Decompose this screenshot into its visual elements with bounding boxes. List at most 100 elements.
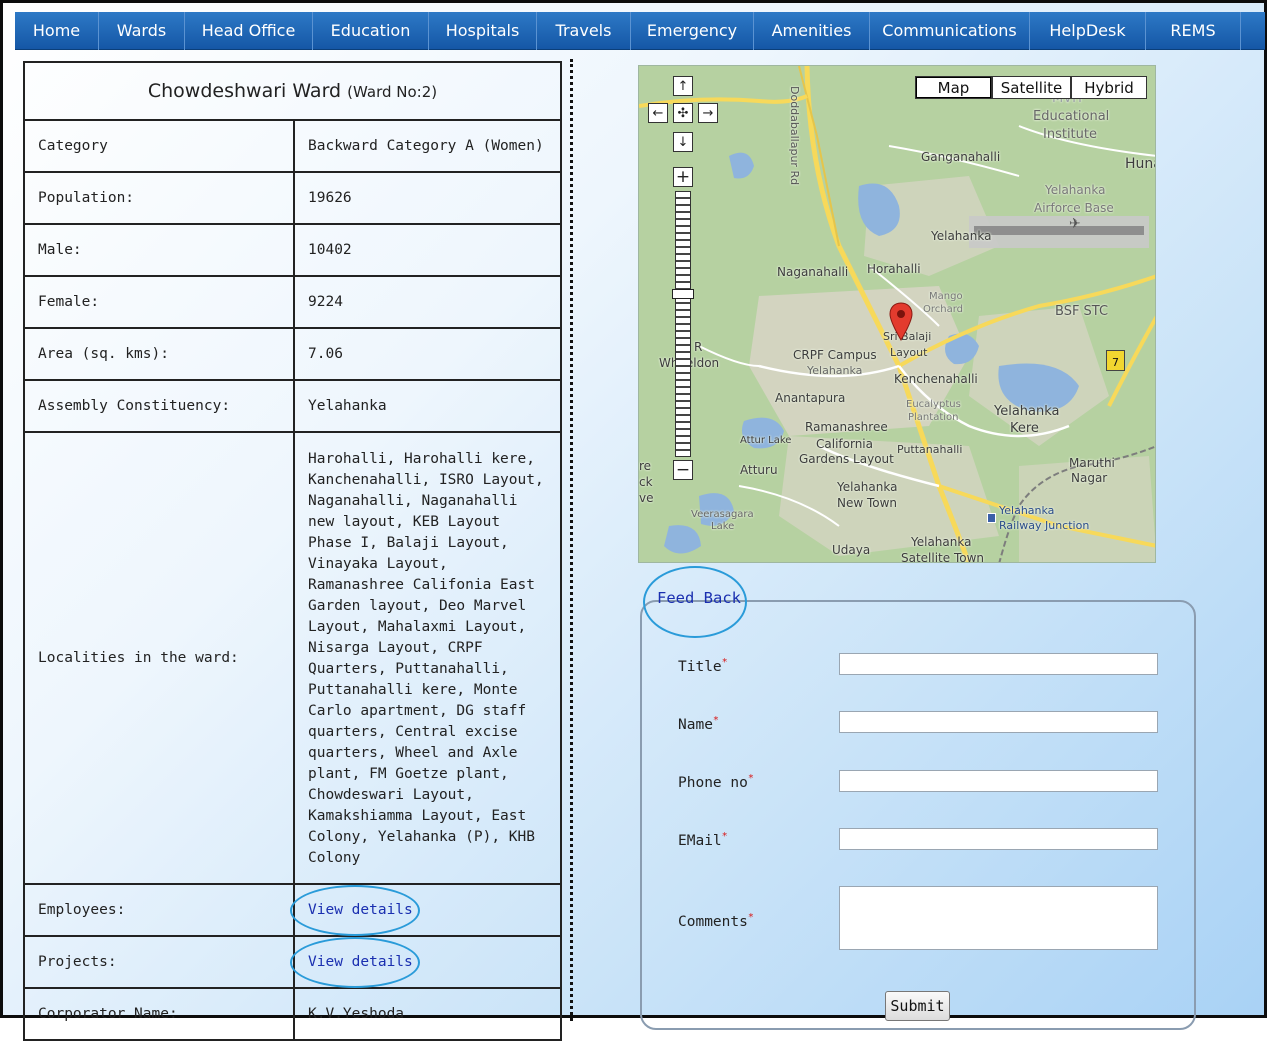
nav-item-communications[interactable]: Communications	[870, 11, 1030, 50]
pan-left-icon[interactable]: ←	[648, 103, 668, 123]
map-label: Institute	[1043, 127, 1097, 142]
map-label: Yelahanka	[911, 535, 972, 549]
zoom-out-icon[interactable]: −	[673, 460, 693, 480]
ward-name: Chowdeshwari Ward	[147, 80, 342, 102]
email-input[interactable]	[839, 828, 1158, 850]
map-label: Ramanashree	[805, 420, 888, 434]
map-label: Mango	[929, 291, 963, 302]
pan-center-icon[interactable]: ✣	[673, 103, 693, 123]
row-value: K.V.Yeshoda	[293, 987, 562, 1041]
map-label: Kenchenahalli	[894, 372, 978, 386]
row-value: 7.06	[293, 327, 562, 381]
row-value: 10402	[293, 223, 562, 277]
map-view[interactable]: Doddaballapur Rd MVIT Educational Instit…	[638, 65, 1156, 563]
table-row: Category Backward Category A (Women)	[23, 119, 562, 173]
table-header-row: Chowdeshwari Ward (Ward No:2)	[23, 61, 562, 121]
row-value: Yelahanka	[293, 379, 562, 433]
nav-item-travels[interactable]: Travels	[537, 11, 631, 50]
nav-item-hospitals[interactable]: Hospitals	[429, 11, 537, 50]
name-label-text: Name	[678, 716, 713, 733]
submit-button[interactable]: Submit	[885, 991, 950, 1021]
map-label: Yelahanka	[807, 364, 863, 377]
table-row: Projects: View details	[23, 935, 562, 989]
row-label: Male:	[23, 223, 295, 277]
map-label: Atturu	[740, 463, 778, 477]
map-label: Satellite Town	[901, 551, 985, 563]
comments-label: Comments*	[678, 912, 754, 930]
table-row: Corporator Name: K.V.Yeshoda	[23, 987, 562, 1041]
map-label: New Town	[837, 496, 898, 510]
map-type-satellite-button[interactable]: Satellite	[992, 76, 1071, 99]
map-label: Yelahanka	[994, 404, 1060, 419]
nav-item-wards[interactable]: Wards	[99, 11, 185, 50]
map-label: Plantation	[908, 412, 959, 423]
row-label: Category	[23, 119, 295, 173]
map-label: Educational	[1033, 109, 1110, 124]
top-nav-bar: Home Wards Head Office Education Hospita…	[15, 11, 1265, 50]
map-label: Lake	[711, 521, 735, 532]
row-label: Employees:	[23, 883, 295, 937]
table-row: Female: 9224	[23, 275, 562, 329]
comments-textarea[interactable]	[839, 886, 1158, 950]
title-label: Title*	[678, 657, 728, 675]
map-label: Yelahanka	[837, 480, 898, 494]
employees-view-details-link[interactable]: View details	[308, 902, 413, 918]
map-label: Yelahanka	[931, 229, 992, 243]
zoom-in-icon[interactable]: +	[673, 167, 693, 187]
row-label: Female:	[23, 275, 295, 329]
required-mark: *	[747, 773, 754, 784]
nav-item-emergency[interactable]: Emergency	[631, 11, 754, 50]
map-label: California	[816, 437, 873, 451]
title-label-text: Title	[678, 658, 722, 675]
nav-item-home[interactable]: Home	[15, 11, 99, 50]
map-label: CRPF Campus	[793, 348, 877, 362]
zoom-slider-track[interactable]	[675, 191, 691, 457]
location-marker-icon[interactable]	[889, 302, 913, 342]
name-label: Name*	[678, 715, 719, 733]
nav-item-amenities[interactable]: Amenities	[754, 11, 870, 50]
map-type-map-button[interactable]: Map	[915, 76, 992, 99]
pan-up-icon[interactable]: ↑	[673, 76, 693, 96]
row-label: Localities in the ward:	[23, 431, 295, 885]
map-label: Ganganahalli	[921, 150, 1001, 164]
table-row: Employees: View details	[23, 883, 562, 937]
map-type-hybrid-button[interactable]: Hybrid	[1071, 76, 1147, 99]
row-value: Backward Category A (Women)	[293, 119, 562, 173]
feedback-legend: Feed Back	[657, 589, 741, 607]
comments-label-text: Comments	[678, 913, 748, 930]
employees-link-wrap: View details	[290, 884, 420, 936]
map-label: Kere	[1010, 421, 1039, 436]
airplane-icon: ✈	[1069, 216, 1081, 232]
nav-item-helpdesk[interactable]: HelpDesk	[1030, 11, 1146, 50]
name-input[interactable]	[839, 711, 1158, 733]
ward-number: (Ward No:2)	[347, 83, 438, 101]
map-label: Huna	[1125, 156, 1155, 172]
row-label: Corporator Name:	[23, 987, 295, 1041]
table-row: Area (sq. kms): 7.06	[23, 327, 562, 381]
highway-shield-icon: 7	[1106, 350, 1125, 371]
phone-label: Phone no*	[678, 773, 754, 791]
map-label: Orchard	[923, 304, 964, 315]
nav-item-head-office[interactable]: Head Office	[185, 11, 313, 50]
table-row: Assembly Constituency: Yelahanka	[23, 379, 562, 433]
map-label: Maruthi	[1069, 456, 1115, 470]
phone-input[interactable]	[839, 770, 1158, 792]
pan-right-icon[interactable]: →	[698, 103, 718, 123]
localities-list: Harohalli, Harohalli kere, Kanchenahalli…	[293, 431, 562, 885]
map-label: Gardens Layout	[799, 452, 894, 466]
nav-item-education[interactable]: Education	[313, 11, 429, 50]
nav-item-rems[interactable]: REMS	[1146, 11, 1241, 50]
map-label: R	[694, 340, 703, 354]
pan-down-icon[interactable]: ↓	[673, 132, 693, 152]
ward-title: Chowdeshwari Ward (Ward No:2)	[23, 61, 562, 121]
projects-view-details-link[interactable]: View details	[308, 954, 413, 970]
email-label-text: EMail	[678, 832, 722, 849]
map-label: Airforce Base	[1034, 201, 1114, 215]
map-label: Yelahanka	[1045, 183, 1106, 197]
map-label: Attur Lake	[740, 435, 792, 446]
map-label: Doddaballapur Rd	[788, 86, 801, 186]
map-label: ck	[639, 475, 653, 489]
zoom-slider-thumb[interactable]	[672, 289, 694, 299]
row-value: 19626	[293, 171, 562, 225]
title-input[interactable]	[839, 653, 1158, 675]
